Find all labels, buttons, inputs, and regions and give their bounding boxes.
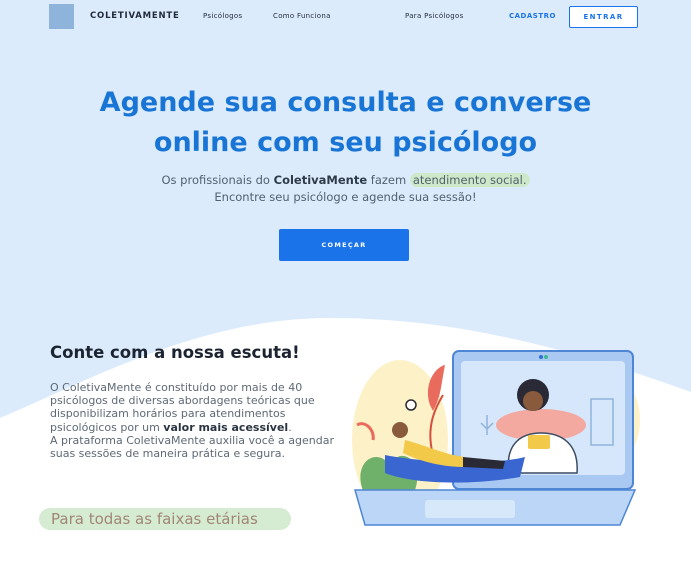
brand-name[interactable]: COLETIVAMENTE (90, 11, 180, 21)
section-p1-end: . (288, 420, 292, 434)
section-title: Conte com a nossa escuta! (50, 343, 300, 362)
hero-sub-text-1: Os profissionais do (161, 173, 274, 187)
online-therapy-laptop-illustration (352, 350, 640, 526)
nav-link-como-funciona[interactable]: Como Funciona (273, 12, 331, 20)
nav-link-para-psicologos[interactable]: Para Psicólogos (405, 12, 464, 20)
hero-subtitle-line-1: Os profissionais do ColetivaMente fazem … (0, 172, 691, 189)
hero-sub-highlight: atendimento social. (409, 173, 530, 187)
entrar-button[interactable]: ENTRAR (569, 6, 638, 28)
nav-link-psicologos[interactable]: Psicólogos (203, 12, 242, 20)
hero-sub-brand: ColetivaMente (273, 173, 368, 187)
hero-title: Agende sua consulta e converse online co… (0, 83, 691, 163)
cadastro-link[interactable]: CADASTRO (509, 12, 556, 20)
section-paragraph-1: O ColetivaMente é constituído por mais d… (50, 381, 340, 434)
section-text: O ColetivaMente é constituído por mais d… (50, 381, 340, 460)
hero-subtitle: Os profissionais do ColetivaMente fazem … (0, 172, 691, 206)
hero-title-line-2: online com seu psicólogo (153, 127, 538, 158)
hero-sub-text-2: fazem (367, 173, 410, 187)
hero-title-line-1: Agende sua consulta e converse (99, 87, 592, 118)
top-nav: COLETIVAMENTE Psicólogos Como Funciona P… (0, 0, 691, 34)
section-paragraph-2: A prataforma ColetivaMente auxilia você … (50, 433, 334, 461)
age-label: Para todas as faixas etárias (51, 510, 258, 528)
comecar-button[interactable]: COMEÇAR (279, 229, 409, 261)
hero-subtitle-line-2: Encontre seu psicólogo e agende sua sess… (214, 190, 477, 204)
section-p1-strong: valor mais acessível (163, 420, 289, 434)
logo-icon[interactable] (49, 4, 74, 29)
